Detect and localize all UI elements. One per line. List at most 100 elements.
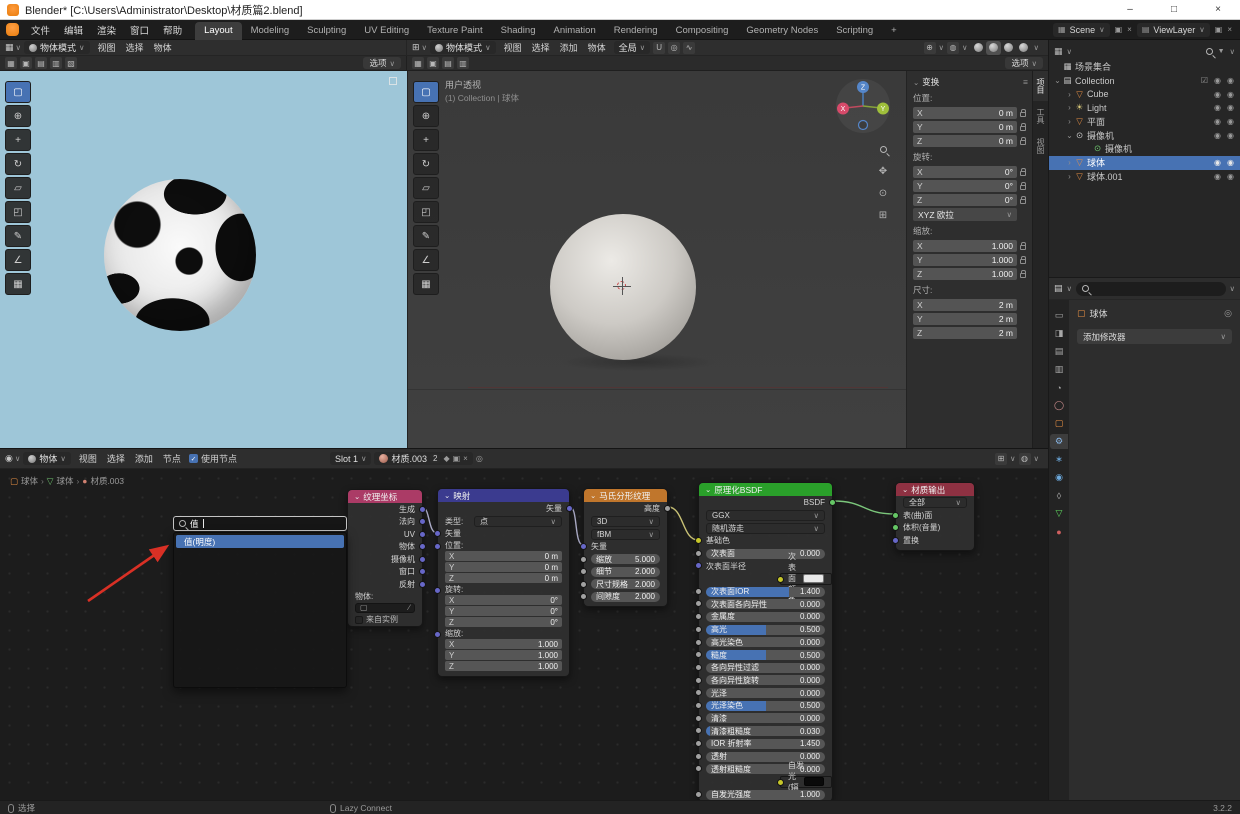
location-field[interactable]: Y 0 m xyxy=(913,120,1017,133)
tool-button[interactable]: ▱ xyxy=(413,177,439,199)
input-socket[interactable] xyxy=(695,600,702,608)
shader-type-dropdown[interactable]: 物体 ∨ xyxy=(23,452,71,465)
properties-tab[interactable]: ▥ xyxy=(1050,362,1068,377)
properties-tab[interactable]: ◊ xyxy=(1050,488,1068,503)
input-socket[interactable] xyxy=(695,689,702,697)
viewport-menu-item[interactable]: 视图 xyxy=(499,41,527,54)
sidebar-tab[interactable]: 视图 xyxy=(1033,131,1048,161)
lock-button[interactable] xyxy=(1017,167,1028,176)
eye-visibility-icon[interactable]: ◉ xyxy=(1213,90,1222,99)
falloff-icon[interactable]: ∿ xyxy=(683,41,696,54)
vector-field[interactable]: X 0° xyxy=(445,595,562,605)
object-name[interactable]: 摄像机 xyxy=(1105,142,1132,155)
shading-mode-button[interactable] xyxy=(985,40,1001,55)
workspace-tab[interactable]: Shading xyxy=(492,22,545,40)
properties-tab[interactable]: ▢ xyxy=(1050,416,1068,431)
shading-mode-button[interactable] xyxy=(971,41,986,55)
viewport-menu-item[interactable]: 选择 xyxy=(121,41,149,54)
slot-dropdown[interactable]: Slot 1 ∨ xyxy=(329,452,372,465)
value-slider[interactable]: 缩放 5.000 xyxy=(591,554,660,565)
value-slider[interactable]: 次表面 0.000 xyxy=(706,548,825,559)
workspace-tab[interactable]: Layout xyxy=(195,21,242,40)
camera-render-icon[interactable]: ◉ xyxy=(1226,76,1235,85)
tool-icon[interactable]: ▧ xyxy=(65,57,77,69)
unlink-x-icon[interactable]: × xyxy=(463,454,468,463)
dimension-dropdown[interactable]: 3D ∨ xyxy=(591,515,660,527)
camera-render-icon[interactable]: ◉ xyxy=(1226,90,1235,99)
bsdf-input-row[interactable]: 次表面IOR 次表面IOR1.400 xyxy=(695,585,832,598)
overlay-icon[interactable]: ◍ xyxy=(1018,452,1031,465)
workspace-tab[interactable]: Modeling xyxy=(242,22,299,40)
rotation-field[interactable]: Z 0° xyxy=(913,193,1017,206)
node-collapse-icon[interactable]: ⌄ xyxy=(354,492,360,501)
bsdf-input-row[interactable]: 高光染色 高光染色0.000 xyxy=(695,636,832,649)
node-collapse-icon[interactable]: ⌄ xyxy=(705,485,711,494)
node-collapse-icon[interactable]: ⌄ xyxy=(590,491,596,500)
node-principled-bsdf[interactable]: ⌄ 原理化BSDF BSDF GGX ∨ 随机游走 ∨ 基础色 次表面 0.00… xyxy=(695,482,836,800)
vector-field[interactable]: Y 0° xyxy=(445,606,562,616)
input-socket[interactable] xyxy=(695,613,702,621)
vector-field[interactable]: Z 0° xyxy=(445,617,562,627)
value-slider[interactable]: 间隙度 2.000 xyxy=(591,591,660,602)
workspace-tab[interactable]: UV Editing xyxy=(355,22,418,40)
input-socket[interactable] xyxy=(580,568,587,575)
bsdf-input-row[interactable]: 透射粗糙度 透射粗糙度0.000 xyxy=(695,763,832,776)
breadcrumb-label[interactable]: 球体 xyxy=(21,475,38,487)
camera-render-icon[interactable]: ◉ xyxy=(1226,172,1235,181)
vector-field[interactable]: Y 1.000 xyxy=(445,650,562,660)
input-socket[interactable] xyxy=(892,524,899,531)
object-name[interactable]: Light xyxy=(1087,103,1107,113)
properties-tab[interactable]: ▽ xyxy=(1050,506,1068,521)
input-socket[interactable] xyxy=(777,779,784,787)
camera-render-icon[interactable]: ◉ xyxy=(1226,131,1235,140)
input-socket[interactable] xyxy=(695,727,702,735)
output-socket[interactable] xyxy=(419,518,426,525)
eye-visibility-icon[interactable]: ◉ xyxy=(1213,117,1222,126)
shading-mode-button[interactable] xyxy=(1016,41,1031,55)
value-slider[interactable]: 透射 0.000 xyxy=(706,751,825,762)
node-mapping[interactable]: ⌄ 映射 矢量 类型: 点 ∨ 矢量 位置: X 0 m Y 0 m Z 0 m… xyxy=(434,488,573,677)
lock-button[interactable] xyxy=(1017,269,1028,278)
tool-button[interactable]: ↻ xyxy=(413,153,439,175)
panel-menu-icon[interactable]: ≡ xyxy=(1023,77,1028,87)
tool-icon[interactable]: ▦ xyxy=(5,57,17,69)
tool-icon[interactable]: ▤ xyxy=(442,57,454,69)
value-slider[interactable]: 糙度 0.500 xyxy=(706,650,825,661)
viewlayer-remove-icon[interactable]: × xyxy=(1227,25,1232,34)
expand-arrow-icon[interactable]: › xyxy=(1065,172,1074,181)
outliner-row[interactable]: › ▽ 平面 ◉ ◉ xyxy=(1049,115,1240,129)
properties-search-input[interactable] xyxy=(1076,281,1226,296)
workspace-tab[interactable]: + xyxy=(882,22,906,40)
checkbox-icon[interactable] xyxy=(1200,131,1209,140)
tool-button[interactable]: ◰ xyxy=(413,201,439,223)
lock-button[interactable] xyxy=(1017,255,1028,264)
camera-render-icon[interactable]: ◉ xyxy=(1226,117,1235,126)
node-texture-coordinate[interactable]: ⌄ 纹理坐标 生成 法向 UV 物体 摄像机 窗口 反射 物体: ▢ ∕ 来自实… xyxy=(347,489,426,627)
input-socket[interactable] xyxy=(695,651,702,659)
workspace-tab[interactable]: Scripting xyxy=(827,22,882,40)
sidebar-tab[interactable]: 项目 xyxy=(1033,71,1048,101)
output-socket[interactable] xyxy=(829,498,836,506)
eyedropper-icon[interactable]: ∕ xyxy=(409,603,410,612)
bsdf-input-row[interactable]: 次表面颜色 次表面颜色 xyxy=(777,552,832,605)
location-field[interactable]: Z 0 m xyxy=(913,134,1017,147)
properties-tab[interactable]: ⚙ xyxy=(1050,434,1068,449)
tool-button[interactable]: + xyxy=(413,129,439,151)
value-slider[interactable]: IOR 折射率 1.450 xyxy=(706,738,825,749)
properties-tab[interactable]: ∗ xyxy=(1050,452,1068,467)
value-slider[interactable]: 高光染色 0.000 xyxy=(706,637,825,648)
lock-button[interactable] xyxy=(1017,136,1028,145)
textured-sphere-object[interactable] xyxy=(104,179,256,331)
tool-icon[interactable]: ▤ xyxy=(35,57,47,69)
transform-orientation-dropdown[interactable]: 全局 ∨ xyxy=(613,41,651,54)
workspace-tab[interactable]: Geometry Nodes xyxy=(737,22,827,40)
gizmo-toggle-icon[interactable]: ⊕ xyxy=(923,41,936,54)
maximize-button[interactable]: □ xyxy=(1152,0,1196,20)
output-target-dropdown[interactable]: 全部 ∨ xyxy=(903,497,967,508)
bsdf-input-row[interactable]: 自发光(辐射) 自发光(辐射) xyxy=(777,761,832,800)
output-socket[interactable] xyxy=(419,543,426,550)
checkbox-icon[interactable] xyxy=(1200,90,1209,99)
bsdf-input-row[interactable]: 清漆 清漆0.000 xyxy=(695,712,832,725)
material-id-block[interactable]: 材质.003 2 ◆ ▣ × xyxy=(374,452,473,465)
expand-arrow-icon[interactable]: › xyxy=(1065,158,1074,167)
